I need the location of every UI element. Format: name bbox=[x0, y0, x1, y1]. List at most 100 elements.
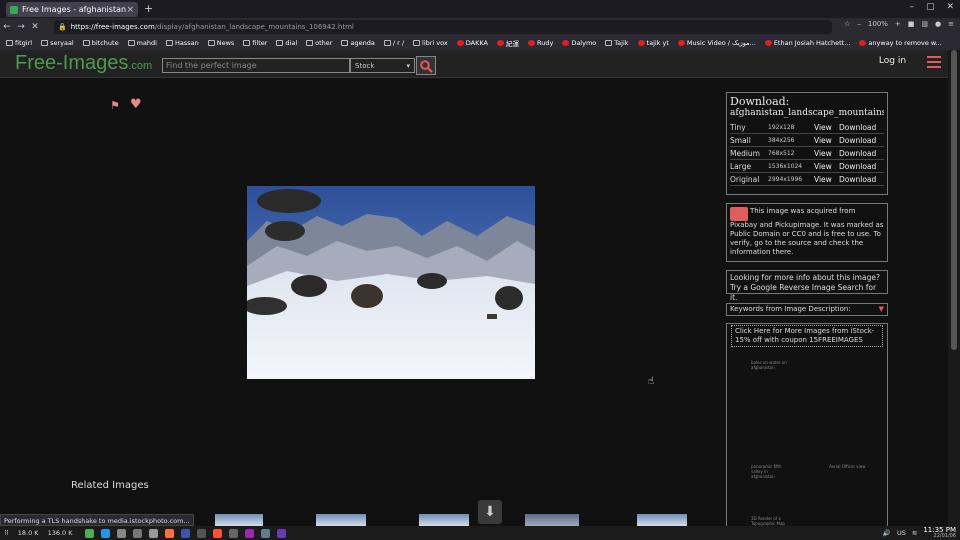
bookmark-label: anyway to remove w... bbox=[868, 39, 942, 47]
back-icon[interactable]: ← bbox=[0, 22, 14, 32]
extension-icon[interactable]: ■ bbox=[908, 20, 915, 28]
search-scope-select[interactable]: Stock ▾ bbox=[350, 58, 415, 73]
bookmark-item[interactable]: filter bbox=[243, 39, 267, 47]
bookmark-item[interactable]: anyway to remove w... bbox=[859, 39, 942, 47]
scrollbar-thumb[interactable] bbox=[951, 50, 957, 350]
view-link[interactable]: View bbox=[814, 136, 839, 145]
lock-icon: 🔒 bbox=[58, 23, 67, 31]
zoom-out-icon[interactable]: – bbox=[857, 20, 861, 28]
bookmark-item[interactable]: Hassan bbox=[165, 39, 199, 47]
app-icon[interactable] bbox=[244, 528, 254, 538]
clock[interactable]: 11:35 PM 22/01/06 bbox=[923, 527, 956, 540]
related-thumb[interactable] bbox=[215, 514, 263, 526]
keywords-dropdown[interactable]: Keywords from Image Description: ▼ bbox=[726, 303, 888, 316]
library-icon[interactable]: ▥ bbox=[921, 20, 928, 28]
app-icon[interactable] bbox=[260, 528, 270, 538]
hamburger-menu-icon[interactable] bbox=[927, 56, 941, 68]
close-window-icon[interactable]: ✕ bbox=[946, 2, 954, 12]
site-logo[interactable]: Free-Images.com bbox=[15, 52, 152, 75]
wifi-icon[interactable]: ≋ bbox=[912, 529, 917, 537]
bookmark-item[interactable]: libri vox bbox=[413, 39, 448, 47]
app-icon[interactable] bbox=[228, 528, 238, 538]
addon-icon[interactable]: ● bbox=[935, 20, 941, 28]
app-icon[interactable] bbox=[132, 528, 142, 538]
bookmark-item[interactable]: agenda bbox=[341, 39, 375, 47]
view-link[interactable]: View bbox=[814, 162, 839, 171]
view-link[interactable]: View bbox=[814, 175, 839, 184]
tab-free-images[interactable]: Free Images - afghanistan × bbox=[6, 2, 138, 17]
bookmark-item[interactable]: 紀運 bbox=[496, 38, 519, 48]
size-name: Tiny bbox=[730, 122, 746, 132]
forward-icon[interactable]: → bbox=[14, 22, 28, 32]
firefox-icon[interactable] bbox=[164, 528, 174, 538]
app-icon[interactable] bbox=[180, 528, 190, 538]
maximize-icon[interactable]: ▢ bbox=[926, 2, 935, 12]
related-thumb[interactable] bbox=[525, 514, 579, 526]
bookmark-item[interactable]: seryaal bbox=[41, 39, 74, 47]
login-link[interactable]: Log in bbox=[860, 53, 925, 70]
bookmark-item[interactable]: Dalymo bbox=[562, 39, 596, 47]
toolbar-right: ☆ – 100% + ■ ▥ ● ≡ bbox=[844, 20, 954, 28]
bookmark-item[interactable]: bitchute bbox=[82, 39, 119, 47]
zoom-in-icon[interactable]: + bbox=[895, 20, 901, 28]
app-icon[interactable] bbox=[116, 528, 126, 538]
url-bar[interactable]: 🔒 https://free-images.com /display/afgha… bbox=[54, 20, 832, 34]
bookmark-item[interactable]: DAKKA bbox=[456, 39, 488, 47]
search-button[interactable] bbox=[416, 56, 436, 75]
app-icon[interactable] bbox=[100, 528, 110, 538]
istock-promo-link[interactable]: Click Here for More Images from iStock- … bbox=[731, 325, 883, 347]
download-link[interactable]: Download bbox=[839, 149, 876, 158]
bookmark-item[interactable]: News bbox=[207, 39, 234, 47]
bookmark-label: fitgirl bbox=[15, 39, 33, 47]
reverse-search-link[interactable]: Looking for more info about this image? … bbox=[726, 270, 888, 302]
view-link[interactable]: View bbox=[814, 123, 839, 132]
app-icon[interactable] bbox=[196, 528, 206, 538]
broken-heart-icon[interactable]: ♥ bbox=[130, 97, 142, 112]
istock-item[interactable]: panoramic fifth valley in afghanistan bbox=[751, 464, 791, 479]
license-text: This image was acquired from Pixabay and… bbox=[730, 207, 884, 256]
new-tab-button[interactable]: + bbox=[144, 2, 153, 15]
flag-icon[interactable]: ⚑ bbox=[110, 99, 120, 112]
app-icon[interactable] bbox=[276, 528, 286, 538]
bookmark-item[interactable]: Tajik bbox=[605, 39, 629, 47]
istock-item[interactable]: 3D Render of a Topographic Map bbox=[751, 516, 791, 526]
istock-item[interactable]: Aerial Officer view bbox=[829, 464, 869, 469]
folder-icon bbox=[82, 40, 90, 46]
zoom-level[interactable]: 100% bbox=[868, 20, 888, 28]
bookmark-item[interactable]: mahdi bbox=[127, 39, 157, 47]
search-input[interactable]: Find the perfect image bbox=[162, 58, 350, 73]
menu-grid-icon[interactable]: ⠿ bbox=[4, 529, 9, 537]
bookmark-item[interactable]: fitgirl bbox=[6, 39, 32, 47]
app-icon[interactable] bbox=[84, 528, 94, 538]
bookmark-item[interactable]: / r / bbox=[383, 39, 404, 47]
volume-icon[interactable]: 🔊 bbox=[883, 529, 891, 537]
page-scrollbar[interactable] bbox=[948, 50, 960, 526]
lang-indicator[interactable]: US bbox=[897, 529, 906, 537]
brave-icon[interactable] bbox=[212, 528, 222, 538]
minimize-icon[interactable]: – bbox=[909, 2, 914, 12]
app-icon[interactable] bbox=[148, 528, 158, 538]
bookmark-label: tajik yt bbox=[646, 39, 669, 47]
main-image[interactable] bbox=[247, 186, 535, 379]
related-thumb[interactable] bbox=[637, 514, 687, 526]
menu-icon[interactable]: ≡ bbox=[948, 20, 954, 28]
download-arrow-icon[interactable]: ⬇ bbox=[478, 500, 502, 524]
download-link[interactable]: Download bbox=[839, 123, 876, 132]
bookmark-item[interactable]: dial bbox=[276, 39, 297, 47]
bookmark-item[interactable]: Ethan Josiah Hatchett... bbox=[764, 39, 850, 47]
download-link[interactable]: Download bbox=[839, 175, 876, 184]
youtube-icon bbox=[677, 40, 685, 46]
tab-close-icon[interactable]: × bbox=[126, 5, 134, 15]
bookmark-item[interactable]: Rudy bbox=[527, 39, 553, 47]
related-thumb[interactable] bbox=[316, 514, 366, 526]
stop-icon[interactable]: ✕ bbox=[28, 22, 42, 32]
bookmark-star-icon[interactable]: ☆ bbox=[844, 20, 850, 28]
bookmark-item[interactable]: Music Video / موزیک... bbox=[677, 39, 756, 47]
download-link[interactable]: Download bbox=[839, 162, 876, 171]
download-link[interactable]: Download bbox=[839, 136, 876, 145]
view-link[interactable]: View bbox=[814, 149, 839, 158]
istock-item[interactable]: bales on water on afghanistan bbox=[751, 360, 791, 370]
bookmark-item[interactable]: other bbox=[306, 39, 332, 47]
bookmark-item[interactable]: tajik yt bbox=[637, 39, 669, 47]
related-thumb[interactable] bbox=[419, 514, 469, 526]
